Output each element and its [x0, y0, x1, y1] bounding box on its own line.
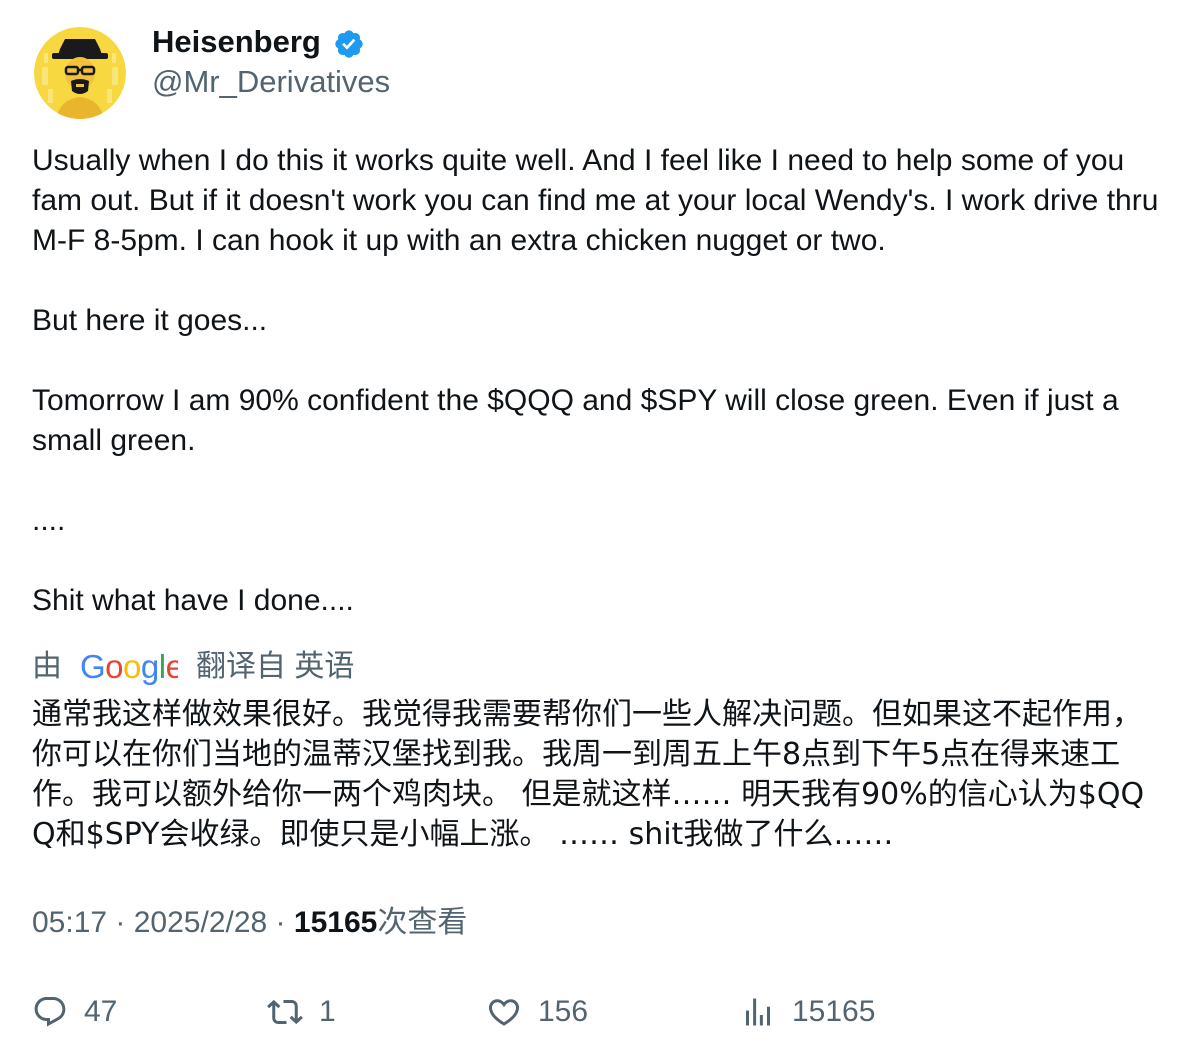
analytics-icon: [746, 998, 770, 1026]
views-button[interactable]: 15165: [740, 990, 875, 1034]
reply-icon: [34, 997, 66, 1027]
views-action-count: 15165: [792, 995, 876, 1028]
translated-text: 通常我这样做效果很好。我觉得我需要帮你们一些人解决问题。但如果这不起作用，你可以…: [32, 697, 1145, 852]
reply-button[interactable]: 47: [32, 990, 117, 1034]
tweet-date[interactable]: 2025/2/28: [134, 906, 267, 939]
translation-prefix: 由: [32, 650, 62, 683]
tweet-meta: 05:17 · 2025/2/28 · 15165次查看: [32, 903, 467, 943]
tweet-time[interactable]: 05:17: [32, 906, 107, 939]
repost-button[interactable]: 1: [267, 990, 336, 1034]
tweet-text: Usually when I do this it works quite we…: [32, 144, 1159, 617]
repost-icon: [267, 999, 303, 1025]
svg-text:Google: Google: [80, 648, 178, 685]
google-logo: Google: [80, 647, 184, 687]
translation-suffix: 翻译自 英语: [196, 650, 355, 683]
repost-count: 1: [319, 995, 336, 1028]
avatar-heisenberg-icon: [34, 27, 126, 119]
views-label: 次查看: [377, 906, 468, 939]
author-display-name[interactable]: Heisenberg: [152, 22, 321, 62]
verified-badge-icon: [333, 28, 365, 60]
author-avatar[interactable]: [34, 27, 126, 119]
translation-attribution[interactable]: 由 Google 翻译自 英语: [32, 647, 354, 687]
reply-count: 47: [84, 995, 118, 1028]
author-handle[interactable]: @Mr_Derivatives: [152, 62, 390, 102]
views-count: 15165: [293, 906, 378, 939]
meta-separator: ·: [267, 906, 294, 939]
heart-icon: [488, 999, 520, 1026]
like-count: 156: [538, 995, 589, 1028]
like-button[interactable]: 156: [486, 990, 588, 1034]
meta-separator: ·: [107, 906, 134, 939]
action-bar: 47 1 156 15165: [0, 990, 1196, 1034]
